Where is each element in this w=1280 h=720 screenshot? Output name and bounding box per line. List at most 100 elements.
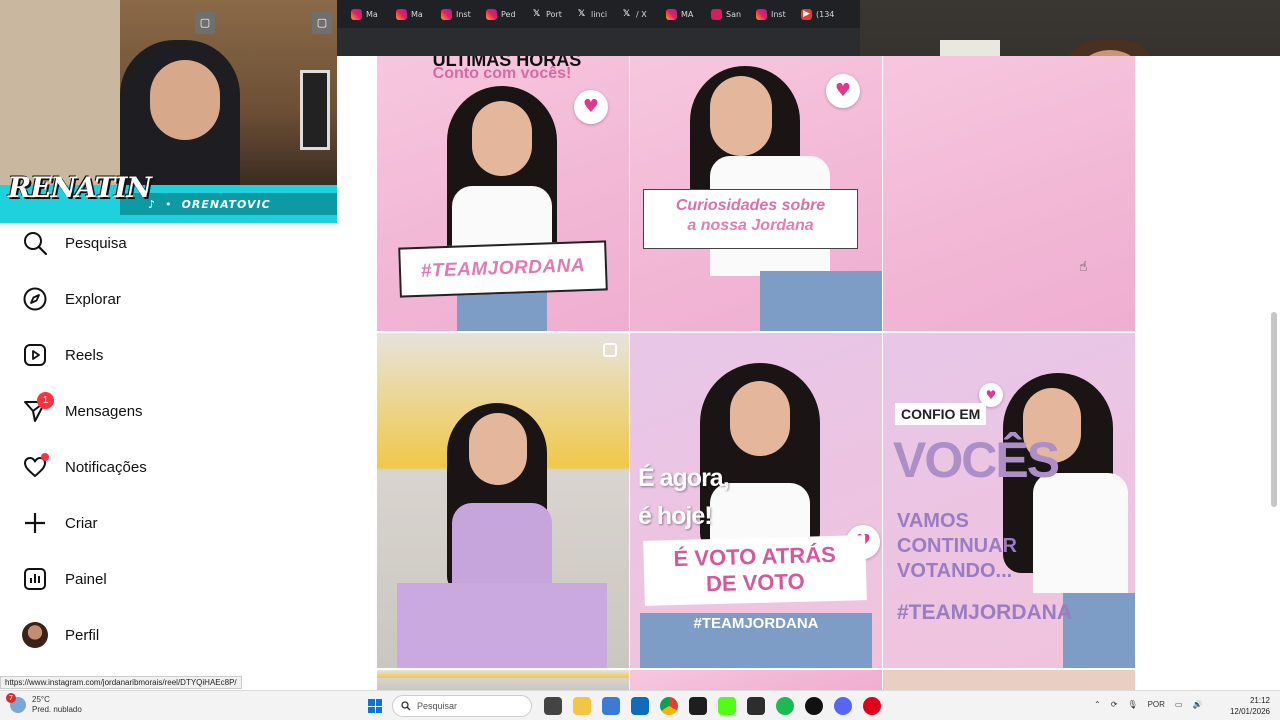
taskbar-clock[interactable]: 21:12 12/01/2026 xyxy=(1222,695,1270,717)
outlook-icon[interactable] xyxy=(631,697,649,715)
search-icon xyxy=(401,701,411,711)
language-indicator[interactable]: POR xyxy=(1148,700,1165,709)
store-icon[interactable] xyxy=(602,697,620,715)
opera-icon[interactable] xyxy=(863,697,881,715)
post-headline: é hoje! xyxy=(638,502,713,530)
post-headline: É agora, xyxy=(638,464,730,492)
browser-tab[interactable]: MA xyxy=(666,3,711,25)
instagram-icon xyxy=(666,8,677,20)
browser-tab[interactable]: ▶ (134 xyxy=(801,3,846,25)
post-tile[interactable] xyxy=(883,670,1135,690)
chevron-up-icon[interactable]: ⌃ xyxy=(1094,700,1101,709)
browser-tab[interactable]: Ped xyxy=(486,3,531,25)
link-status-url: https://www.instagram.com/jordanaribmora… xyxy=(0,676,242,689)
browser-tab[interactable]: Ma xyxy=(351,3,396,25)
browser-tab[interactable]: 𝕏linci xyxy=(576,3,621,25)
cloud-icon: 7 xyxy=(6,693,26,713)
notification-dot xyxy=(41,453,49,461)
dashboard-icon xyxy=(24,568,46,590)
file-explorer-icon[interactable] xyxy=(573,697,591,715)
instagram-sidebar: Pesquisa Explorar Reels 1 Mensagens Noti… xyxy=(0,223,337,678)
post-caption: VAMOS CONTINUAR VOTANDO... xyxy=(897,510,1017,582)
browser-tab[interactable]: San xyxy=(711,3,756,25)
page-scrollbar[interactable] xyxy=(1271,312,1277,507)
task-view-icon[interactable] xyxy=(544,697,562,715)
capcut-icon[interactable] xyxy=(689,697,707,715)
post-tile[interactable]: ♥ Curiosidades sobre a nossa Jordana xyxy=(630,56,882,331)
kick-icon[interactable] xyxy=(718,697,736,715)
media-player-icon[interactable] xyxy=(805,697,823,715)
microphone-icon[interactable]: 🎙 xyxy=(1127,700,1137,709)
sidebar-item-messages[interactable]: 1 Mensagens xyxy=(22,391,143,431)
post-headline: CONFIO EM xyxy=(895,403,987,425)
windows-taskbar: 7 25°C Pred. nublado Pesquisar ⌃ ⟳ 🎙 POR… xyxy=(0,690,1280,720)
taskbar-search[interactable]: Pesquisar xyxy=(392,695,532,717)
streamer-webcam-left: ▢ ▢ xyxy=(0,0,337,185)
compass-icon xyxy=(23,287,47,311)
spotify-icon[interactable] xyxy=(776,697,794,715)
network-icon[interactable]: ▭ xyxy=(1175,700,1183,709)
youtube-icon: ▶ xyxy=(801,8,812,20)
sidebar-item-search[interactable]: Pesquisa xyxy=(22,223,127,263)
instagram-icon xyxy=(711,8,722,20)
heart-sticker-icon: ♥ xyxy=(826,74,860,108)
post-tile[interactable]: É agora, é hoje! ♥ É VOTO ATRÁS DE VOTO … xyxy=(630,333,882,668)
reel-icon xyxy=(603,343,617,357)
hashtag-label: #TEAMJORDANA xyxy=(693,615,819,632)
post-tile[interactable] xyxy=(377,333,629,668)
instagram-icon xyxy=(396,8,407,20)
volume-icon[interactable]: 🔊 xyxy=(1192,700,1202,709)
streamer-handle: ORENATOVIC xyxy=(181,197,271,211)
post-caption-card: É VOTO ATRÁS DE VOTO xyxy=(643,535,867,606)
heart-sticker-icon: ♥ xyxy=(574,90,608,124)
sync-icon[interactable]: ⟳ xyxy=(1111,700,1118,709)
sidebar-item-profile[interactable]: Perfil xyxy=(22,615,99,655)
browser-tab[interactable]: 𝕏 / X xyxy=(621,3,666,25)
search-icon xyxy=(24,232,48,256)
x-icon: 𝕏 xyxy=(532,8,541,19)
instagram-icon xyxy=(756,8,767,20)
post-tile[interactable] xyxy=(883,56,1135,331)
taskbar-apps xyxy=(544,697,881,715)
instagram-icon xyxy=(441,8,452,20)
twitch-icon: ▢ xyxy=(195,12,215,34)
hashtag-label: #TEAMJORDANA xyxy=(897,601,1073,624)
post-tile[interactable]: ♥ CONFIO EM VOCÊS VAMOS CONTINUAR VOTAND… xyxy=(883,333,1135,668)
sidebar-item-dashboard[interactable]: Painel xyxy=(22,559,107,599)
system-tray: ⌃ ⟳ 🎙 POR ▭ 🔊 xyxy=(1094,700,1202,709)
screen: Ma Ma Inst Ped 𝕏 Port 𝕏linci 𝕏 / X MA San … xyxy=(0,0,1280,720)
browser-tab[interactable]: 𝕏 Port xyxy=(531,3,576,25)
x-icon: 𝕏 xyxy=(577,8,586,19)
stream-overlay-banner: ♪ • ORENATOVIC RENATIN xyxy=(0,171,337,223)
sidebar-item-reels[interactable]: Reels xyxy=(22,335,103,375)
reels-icon xyxy=(24,344,46,366)
streamer-logo: RENATIN xyxy=(8,171,152,204)
browser-tab[interactable]: Ma xyxy=(396,3,441,25)
browser-tab[interactable]: Inst xyxy=(756,3,801,25)
discord-icon[interactable] xyxy=(834,697,852,715)
sidebar-item-create[interactable]: Criar xyxy=(22,503,98,543)
browser-tab[interactable]: Inst xyxy=(441,3,486,25)
x-icon: 𝕏 xyxy=(622,8,631,19)
post-tile[interactable] xyxy=(377,670,629,690)
dot-icon: • xyxy=(165,197,172,211)
post-tile[interactable] xyxy=(630,670,882,690)
plus-icon xyxy=(25,513,45,533)
sidebar-item-explore[interactable]: Explorar xyxy=(22,279,121,319)
post-headline: VOCÊS xyxy=(893,432,1060,488)
sidebar-item-notifications[interactable]: Notificações xyxy=(22,447,147,487)
weather-widget[interactable]: 7 25°C Pred. nublado xyxy=(6,693,82,715)
app-icon[interactable] xyxy=(747,697,765,715)
windows-start-icon[interactable] xyxy=(368,699,382,713)
instagram-icon xyxy=(351,8,362,20)
social-strip: ♪ • ORENATOVIC xyxy=(120,193,337,215)
chrome-icon[interactable] xyxy=(660,697,678,715)
address-bar-area xyxy=(337,28,860,56)
post-tile[interactable]: ÚLTIMAS HORAS Conto com vocês! ♥ #TEAMJO… xyxy=(377,56,629,331)
post-subtitle: Conto com vocês! xyxy=(432,65,572,82)
unread-badge: 1 xyxy=(37,392,54,409)
profile-post-grid: ÚLTIMAS HORAS Conto com vocês! ♥ #TEAMJO… xyxy=(337,56,1280,690)
avatar xyxy=(22,622,48,648)
hand-cursor-icon: ☝ xyxy=(1079,259,1088,275)
twitch-icon: ▢ xyxy=(312,12,332,34)
